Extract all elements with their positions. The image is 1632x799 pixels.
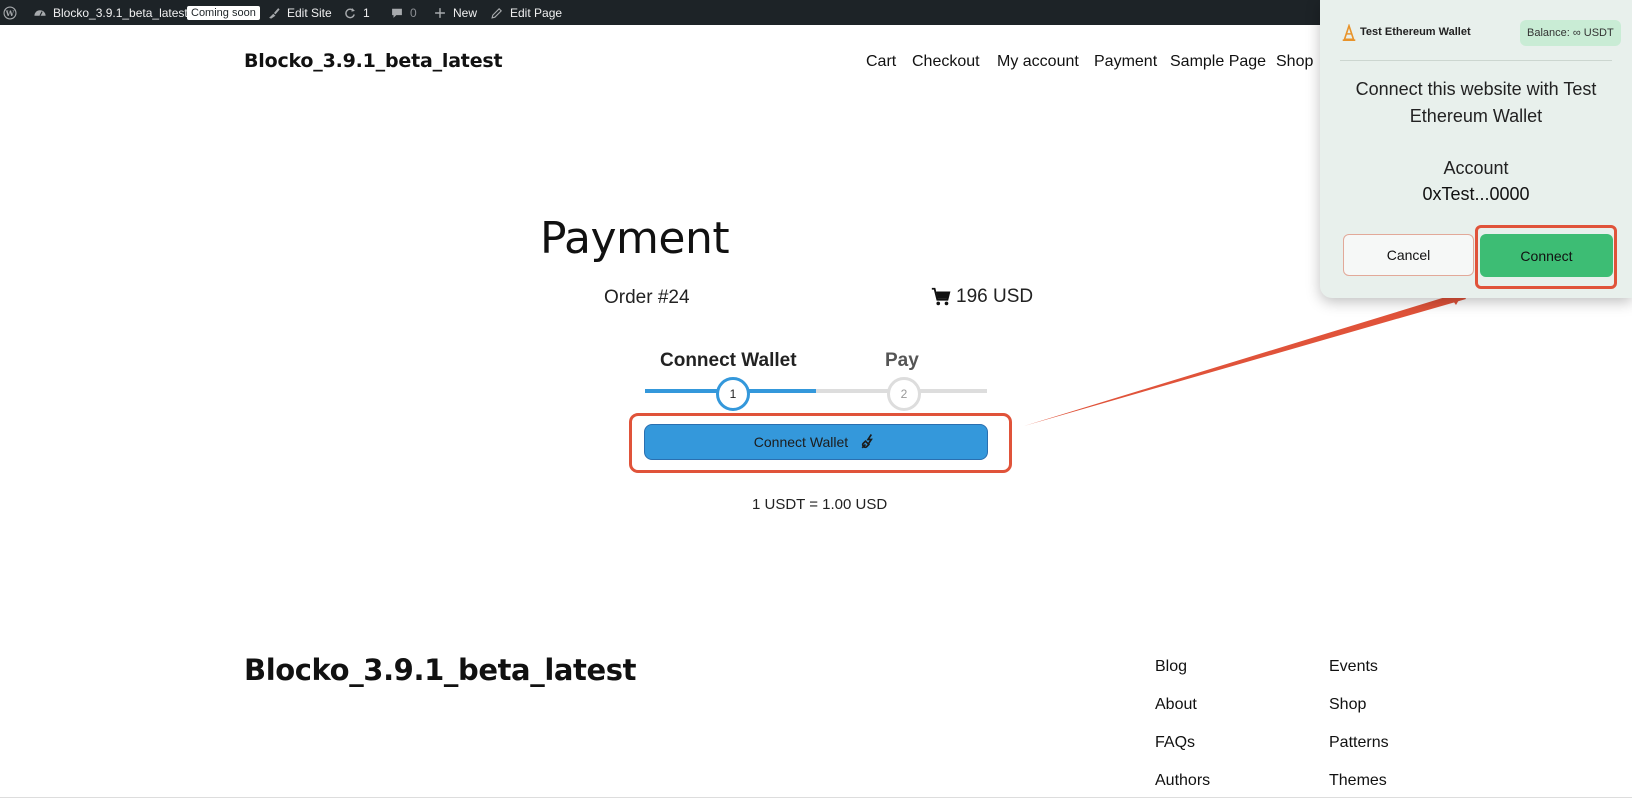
footer-link-events[interactable]: Events	[1329, 658, 1378, 676]
comment-icon	[392, 8, 402, 18]
footer-link-blog[interactable]: Blog	[1155, 658, 1187, 676]
nav-item-payment[interactable]: Payment	[1094, 53, 1157, 71]
new-label: New	[453, 5, 478, 20]
step-pay-label: Pay	[885, 350, 919, 371]
new-content-link[interactable]: New	[433, 0, 477, 25]
comments-link[interactable]: 0	[390, 0, 417, 25]
step-2-indicator: 2	[887, 377, 921, 411]
wallet-popup-divider	[1340, 60, 1612, 61]
admin-site-name-label: Blocko_3.9.1_beta_latest	[53, 5, 188, 20]
nav-item-cart[interactable]: Cart	[866, 53, 896, 71]
edit-page-label: Edit Page	[510, 5, 563, 20]
wallet-cancel-button[interactable]: Cancel	[1343, 234, 1474, 276]
footer-divider	[0, 797, 1632, 798]
brush-icon	[269, 7, 280, 19]
wallet-name: Test Ethereum Wallet	[1360, 26, 1471, 38]
footer-link-patterns[interactable]: Patterns	[1329, 734, 1389, 752]
wallet-connect-button[interactable]: Connect	[1480, 234, 1613, 277]
wallet-account-address: 0xTest...0000	[1422, 184, 1530, 204]
page-title: Payment	[540, 213, 730, 264]
dashboard-icon	[34, 9, 46, 16]
footer-link-about[interactable]: About	[1155, 696, 1197, 714]
nav-item-sample-page[interactable]: Sample Page	[1170, 53, 1266, 71]
admin-site-name[interactable]: Blocko_3.9.1_beta_latest	[33, 0, 188, 25]
order-amount: 196 USD	[930, 286, 1033, 308]
step-1-indicator: 1	[716, 377, 750, 411]
traffic-cone-icon	[1342, 24, 1356, 42]
wallet-popup: Test Ethereum Wallet Balance: ∞ USDT Con…	[1320, 0, 1632, 298]
coming-soon-badge[interactable]: Coming soon	[187, 0, 260, 25]
svg-text:W: W	[5, 8, 15, 17]
footer-site-title[interactable]: Blocko_3.9.1_beta_latest	[244, 653, 636, 687]
connect-wallet-label: Connect Wallet	[753, 434, 849, 450]
wallet-balance-badge: Balance: ∞ USDT	[1520, 20, 1621, 46]
updates-count: 1	[363, 5, 370, 20]
edit-page-link[interactable]: Edit Page	[490, 0, 562, 25]
plus-icon	[435, 7, 445, 18]
site-title[interactable]: Blocko_3.9.1_beta_latest	[244, 50, 503, 72]
wordpress-logo-icon[interactable]: W	[3, 0, 17, 25]
edit-site-link[interactable]: Edit Site	[267, 0, 332, 25]
wallet-account-label: Account	[1443, 158, 1509, 178]
pencil-icon	[491, 7, 502, 19]
footer-link-shop[interactable]: Shop	[1329, 696, 1366, 714]
nav-item-checkout[interactable]: Checkout	[912, 53, 980, 71]
refresh-icon	[345, 7, 355, 18]
nav-item-shop[interactable]: Shop	[1276, 53, 1313, 71]
connect-wallet-button[interactable]: Connect Wallet	[644, 424, 988, 460]
footer-link-faqs[interactable]: FAQs	[1155, 734, 1195, 752]
footer-link-themes[interactable]: Themes	[1329, 772, 1387, 790]
wallet-connect-message: Connect this website with Test Ethereum …	[1355, 79, 1597, 126]
comments-count: 0	[410, 5, 417, 20]
order-number: Order #24	[604, 287, 690, 308]
coming-soon-label: Coming soon	[187, 5, 260, 20]
footer-link-authors[interactable]: Authors	[1155, 772, 1210, 790]
step-connect-wallet-label: Connect Wallet	[660, 350, 797, 371]
updates-link[interactable]: 1	[343, 0, 370, 25]
nav-item-my-account[interactable]: My account	[997, 53, 1079, 71]
exchange-rate: 1 USDT = 1.00 USD	[752, 496, 888, 513]
edit-site-label: Edit Site	[287, 5, 332, 20]
cart-icon	[931, 287, 951, 306]
order-amount-value: 196 USD	[956, 286, 1034, 307]
plug-icon	[861, 434, 874, 449]
